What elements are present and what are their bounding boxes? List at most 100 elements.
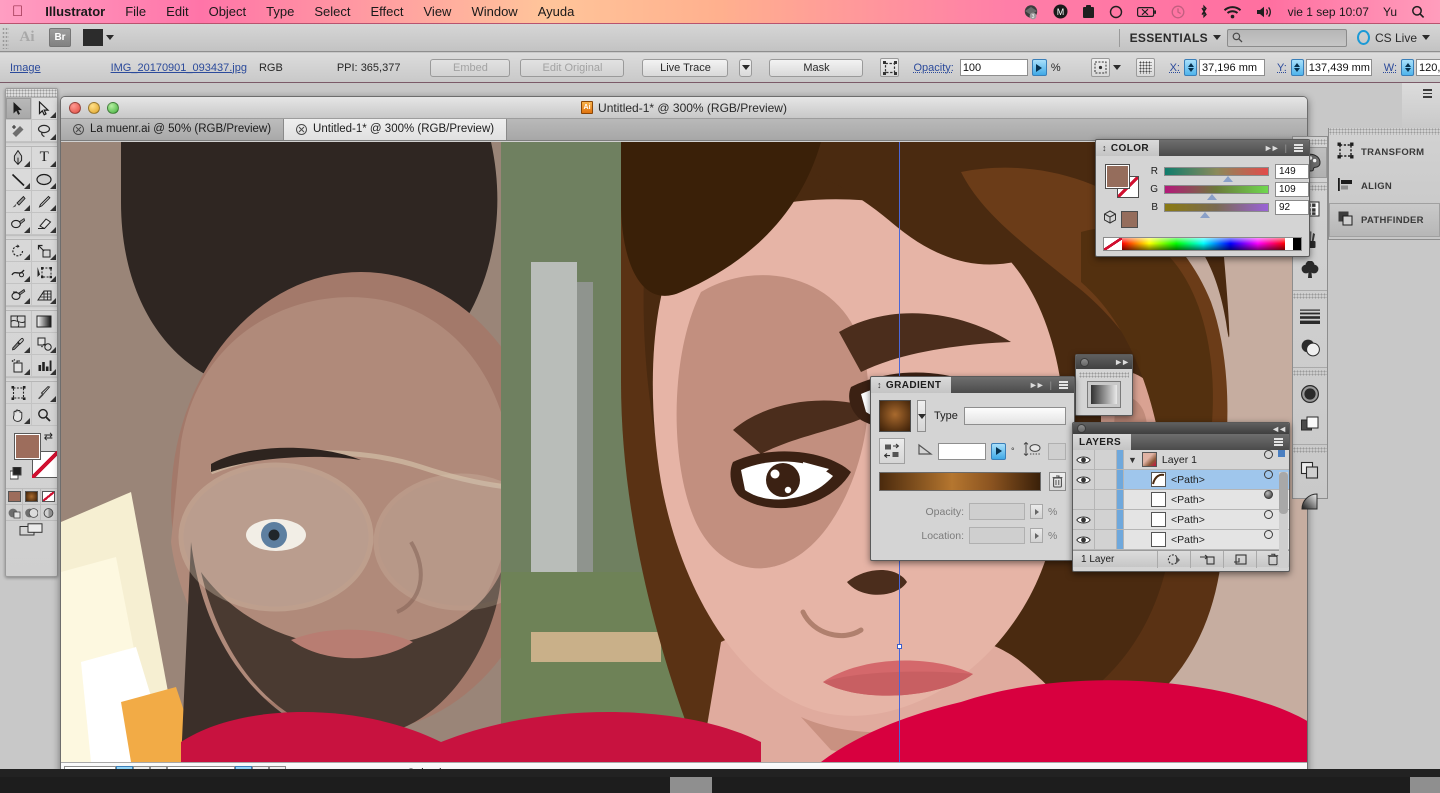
toolbox-drag-handle[interactable] bbox=[6, 89, 57, 98]
w-stepper[interactable] bbox=[1401, 59, 1415, 76]
menu-item-ayuda[interactable]: Ayuda bbox=[528, 0, 585, 24]
reverse-gradient-button[interactable] bbox=[879, 438, 905, 464]
width-tool[interactable] bbox=[6, 262, 32, 284]
target-indicator[interactable] bbox=[1264, 470, 1273, 479]
document-tab-la-muenr[interactable]: La muenr.ai @ 50% (RGB/Preview) bbox=[61, 118, 285, 140]
magic-wand-tool[interactable] bbox=[6, 120, 32, 142]
color-spectrum-bar[interactable] bbox=[1103, 237, 1302, 251]
artboard-tool[interactable] bbox=[6, 382, 32, 404]
b-slider[interactable] bbox=[1164, 203, 1269, 218]
layer-row-content[interactable]: <Path> bbox=[1124, 510, 1264, 529]
white-black-swatches[interactable] bbox=[1285, 238, 1301, 250]
menu-item-type[interactable]: Type bbox=[256, 0, 304, 24]
selection-anchor-point[interactable] bbox=[897, 644, 902, 649]
live-trace-button[interactable]: Live Trace bbox=[642, 58, 729, 77]
default-fill-stroke-icon[interactable] bbox=[9, 466, 23, 480]
column-graph-tool[interactable] bbox=[31, 355, 57, 377]
r-value-input[interactable]: 149 bbox=[1275, 164, 1309, 179]
clipboard-icon[interactable] bbox=[1075, 4, 1102, 19]
layer-row-path-1[interactable]: <Path> bbox=[1073, 470, 1289, 490]
panel-tab-align[interactable]: ALIGN bbox=[1329, 169, 1440, 203]
color-panel-tabbar[interactable]: ↕ COLOR ►► | bbox=[1096, 140, 1309, 156]
symbol-sprayer-tool[interactable] bbox=[6, 355, 32, 377]
shape-builder-tool[interactable] bbox=[6, 284, 32, 306]
transparency-panel-icon[interactable] bbox=[1293, 332, 1327, 363]
gradient-location-input[interactable] bbox=[969, 527, 1025, 544]
menu-item-effect[interactable]: Effect bbox=[360, 0, 413, 24]
menu-item-window[interactable]: Window bbox=[461, 0, 527, 24]
layers-scrollbar-thumb[interactable] bbox=[1279, 472, 1288, 514]
screen-mode-button[interactable] bbox=[6, 520, 57, 538]
target-indicator[interactable] bbox=[1264, 490, 1273, 499]
layer-row-content[interactable]: <Path> bbox=[1124, 490, 1264, 509]
perspective-grid-tool[interactable] bbox=[31, 284, 57, 306]
gradient-fill-button[interactable] bbox=[23, 489, 41, 504]
gradient-swatch-preview[interactable] bbox=[879, 400, 911, 432]
b-slider-thumb[interactable] bbox=[1200, 212, 1211, 218]
menu-item-edit[interactable]: Edit bbox=[156, 0, 198, 24]
gradient-tool[interactable] bbox=[31, 311, 57, 333]
layer-row-path-3[interactable]: <Path> bbox=[1073, 510, 1289, 530]
expand-panel-icon[interactable]: ►► bbox=[1029, 380, 1045, 390]
zoom-tool[interactable] bbox=[31, 404, 57, 426]
gradient-panel-tab[interactable]: ↕ GRADIENT bbox=[871, 377, 952, 393]
crop-image-icon[interactable] bbox=[880, 58, 900, 77]
gradient-slider-strip[interactable] bbox=[879, 472, 1041, 491]
expand-panel-icon[interactable]: ►► bbox=[1264, 143, 1280, 153]
mega-icon[interactable]: M bbox=[1046, 4, 1075, 19]
visibility-toggle-icon[interactable] bbox=[1073, 530, 1095, 549]
circle-icon[interactable] bbox=[1102, 5, 1130, 19]
visibility-toggle-icon[interactable] bbox=[1073, 510, 1095, 529]
apple-icon[interactable]:  bbox=[12, 4, 23, 19]
lock-toggle[interactable] bbox=[1095, 490, 1117, 509]
color-panel-menu-icon[interactable] bbox=[1294, 144, 1303, 152]
gradient-panel-tabbar[interactable]: ↕ GRADIENT ►► | bbox=[871, 377, 1074, 393]
make-clipping-mask-button[interactable] bbox=[1157, 550, 1190, 568]
dock-grip[interactable] bbox=[1293, 293, 1327, 299]
w-input[interactable]: 120,126 mm bbox=[1416, 59, 1440, 76]
line-segment-tool[interactable] bbox=[6, 169, 32, 191]
layer-item-name[interactable]: <Path> bbox=[1171, 474, 1205, 486]
menu-item-illustrator[interactable]: Illustrator bbox=[35, 0, 115, 24]
collapse-panel-icon[interactable]: ◄◄ bbox=[1271, 424, 1287, 434]
mesh-tool[interactable] bbox=[6, 311, 32, 333]
symbols-panel-icon[interactable] bbox=[1293, 255, 1327, 286]
gradient-aspect-input[interactable] bbox=[1047, 442, 1066, 460]
paintbrush-tool[interactable] bbox=[6, 191, 32, 213]
graphic-styles-panel-icon[interactable] bbox=[1293, 409, 1327, 440]
panel-collapse-dot-icon[interactable] bbox=[1077, 424, 1086, 433]
live-trace-presets-dropdown[interactable] bbox=[739, 58, 753, 77]
menu-item-view[interactable]: View bbox=[414, 0, 462, 24]
type-tool[interactable]: T bbox=[31, 147, 57, 169]
volume-icon[interactable] bbox=[1249, 5, 1281, 19]
color-fill-swatch[interactable] bbox=[1105, 164, 1130, 189]
dock-grip[interactable] bbox=[1293, 447, 1327, 453]
mini-panel-grip[interactable] bbox=[1079, 372, 1129, 378]
layers-panel-header[interactable]: ◄◄ bbox=[1073, 423, 1289, 434]
color-panel-tab[interactable]: ↕ COLOR bbox=[1096, 140, 1160, 156]
go-to-bridge-button[interactable]: Br bbox=[49, 28, 71, 47]
chevron-down-icon[interactable] bbox=[1112, 65, 1121, 70]
document-title-bar[interactable]: Ai Untitled-1* @ 300% (RGB/Preview) bbox=[61, 97, 1307, 119]
document-tab-untitled-1[interactable]: Untitled-1* @ 300% (RGB/Preview) bbox=[284, 118, 508, 140]
layer-row-content[interactable]: <Path> bbox=[1124, 470, 1264, 489]
stroke-panel-icon[interactable] bbox=[1293, 301, 1327, 332]
g-value-input[interactable]: 109 bbox=[1275, 182, 1309, 197]
draw-normal-button[interactable] bbox=[6, 505, 24, 520]
create-new-layer-button[interactable] bbox=[1223, 550, 1256, 568]
layer-name[interactable]: Layer 1 bbox=[1162, 454, 1197, 466]
expand-panel-icon[interactable]: ►► bbox=[1114, 357, 1130, 367]
x-input[interactable]: 37,196 mm bbox=[1199, 59, 1265, 76]
last-color-swatch[interactable] bbox=[1121, 211, 1138, 228]
right-dock-menu-icon[interactable] bbox=[1423, 89, 1432, 98]
window-horizontal-scrollbar[interactable] bbox=[0, 777, 1440, 793]
target-indicator[interactable] bbox=[1264, 450, 1273, 459]
free-transform-tool[interactable] bbox=[31, 262, 57, 284]
layers-panel-icon[interactable] bbox=[1293, 455, 1327, 486]
gradient-location-dropdown[interactable] bbox=[1030, 528, 1043, 543]
gradient-angle-input[interactable] bbox=[938, 442, 986, 460]
y-stepper[interactable] bbox=[1290, 59, 1304, 76]
gradient-angle-dropdown[interactable] bbox=[991, 442, 1006, 460]
gradient-preview-swatch[interactable] bbox=[1087, 381, 1121, 408]
r-slider-thumb[interactable] bbox=[1222, 176, 1233, 182]
